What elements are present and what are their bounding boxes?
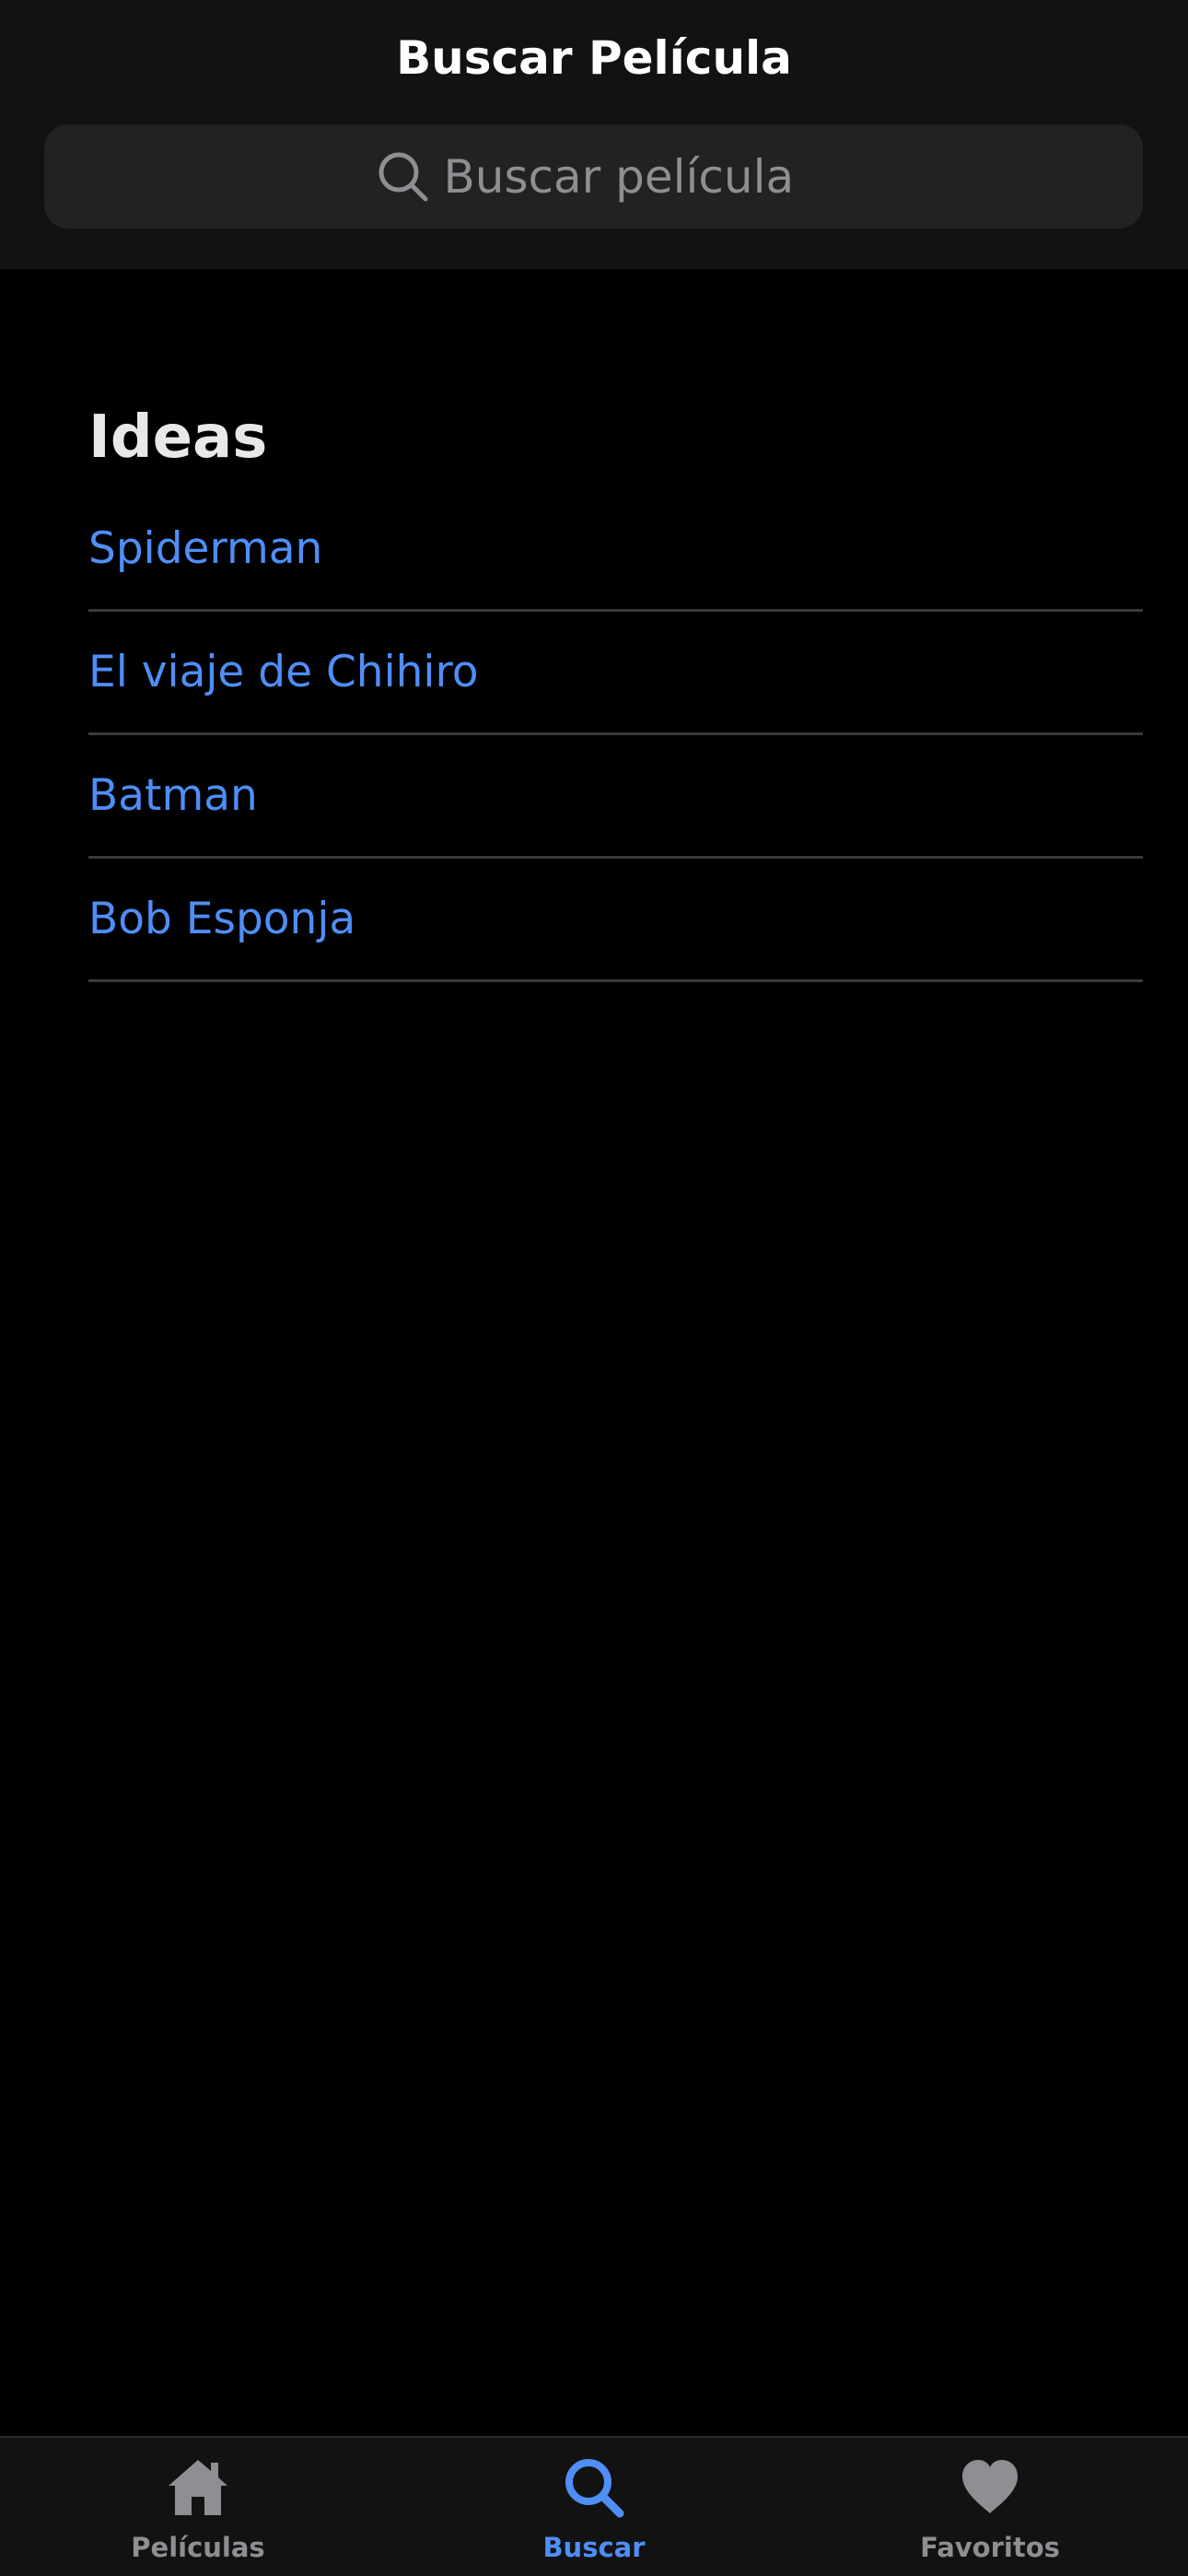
idea-item-batman[interactable]: Batman bbox=[88, 735, 1143, 859]
search-bar[interactable] bbox=[44, 124, 1143, 228]
idea-item-spiderman[interactable]: Spiderman bbox=[88, 488, 1143, 612]
tab-label: Favoritos bbox=[920, 2532, 1060, 2563]
ideas-section: Ideas Spiderman El viaje de Chihiro Batm… bbox=[88, 396, 1143, 982]
search-icon bbox=[561, 2454, 627, 2521]
tab-label: Películas bbox=[131, 2532, 265, 2563]
search-input[interactable] bbox=[443, 149, 812, 204]
tab-peliculas[interactable]: Películas bbox=[0, 2438, 396, 2576]
tab-buscar[interactable]: Buscar bbox=[396, 2438, 792, 2576]
idea-item-bob-esponja[interactable]: Bob Esponja bbox=[88, 859, 1143, 982]
idea-item-el-viaje-de-chihiro[interactable]: El viaje de Chihiro bbox=[88, 612, 1143, 735]
ideas-title: Ideas bbox=[88, 404, 268, 472]
tab-label: Buscar bbox=[542, 2532, 646, 2563]
search-icon bbox=[376, 149, 431, 205]
tab-bar: Películas Buscar Favoritos bbox=[0, 2436, 1188, 2576]
page-title: Buscar Película bbox=[396, 31, 792, 85]
heart-icon bbox=[957, 2454, 1023, 2521]
home-icon bbox=[165, 2454, 231, 2521]
header: Buscar Película bbox=[0, 0, 1188, 269]
idea-list: Spiderman El viaje de Chihiro Batman Bob… bbox=[88, 488, 1143, 982]
tab-favoritos[interactable]: Favoritos bbox=[792, 2438, 1188, 2576]
